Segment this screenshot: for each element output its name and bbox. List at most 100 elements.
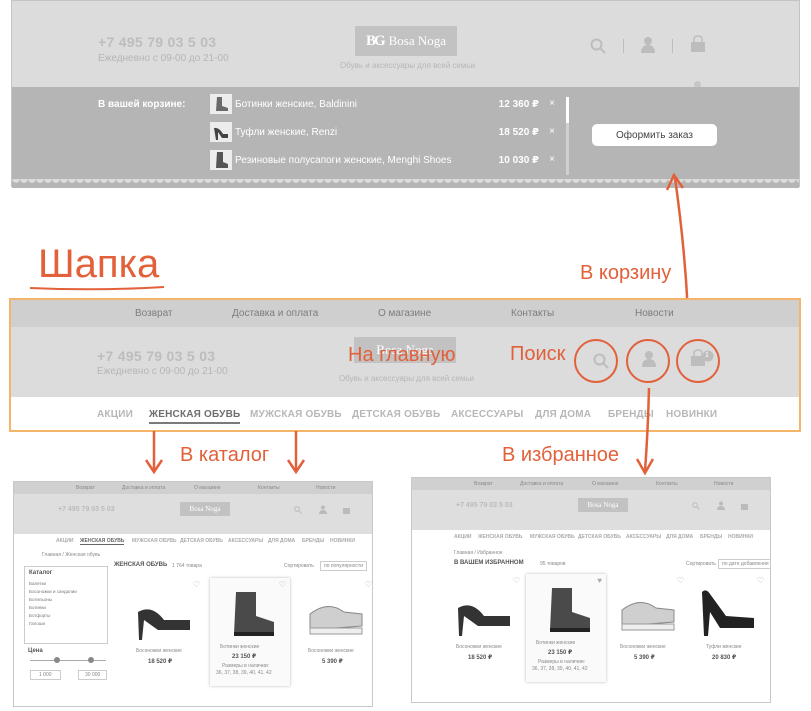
nav-item-contacts[interactable]: Контакты [511,308,554,319]
filter-item[interactable]: Балетки [29,581,46,586]
nav-item-about[interactable]: О магазине [378,308,431,319]
category-men[interactable]: МУЖСКАЯ ОБУВЬ [250,409,342,420]
product-card[interactable]: ♡ Босоножки женские 5 390 ₽ [296,578,372,688]
scrollbar-thumb[interactable] [566,97,569,123]
phone-number[interactable]: +7 495 79 03 5 03 [456,502,513,509]
nav-item-returns[interactable]: Возврат [76,485,95,491]
category-women[interactable]: ЖЕНСКАЯ ОБУВЬ [149,409,241,424]
nav-item-returns[interactable]: Возврат [474,481,493,487]
category-accessories[interactable]: АКСЕССУАРЫ [626,534,661,540]
nav-item-news[interactable]: Новости [635,308,674,319]
heart-icon[interactable]: ♡ [365,580,372,589]
tagline: Обувь и аксессуары для всей семьи [340,61,476,70]
user-icon[interactable] [319,505,327,514]
sort-select[interactable]: по дате добавления [718,559,770,569]
filter-item[interactable]: Галоши [29,621,45,626]
sizes-label: Размеры в наличии: [538,659,586,665]
category-kids[interactable]: ДЕТСКАЯ ОБУВЬ [180,538,223,544]
category-brands[interactable]: БРЕНДЫ [302,538,324,544]
remove-icon[interactable]: × [549,98,555,109]
nav-item-delivery[interactable]: Доставка и оплата [232,308,318,319]
breadcrumb[interactable]: Главная / Женская обувь [42,552,100,558]
nav-item-contacts[interactable]: Контакты [656,481,678,487]
category-kids[interactable]: ДЕТСКАЯ ОБУВЬ [352,409,440,420]
heart-icon[interactable]: ♡ [677,576,684,585]
cart-item[interactable]: Ботинки женские, Baldinini 12 360 ₽ × [210,94,555,116]
search-icon[interactable] [692,502,700,510]
category-home[interactable]: ДЛЯ ДОМА [268,538,295,544]
product-card[interactable]: ♡ Ботинки женские 23 150 ₽ Размеры в нал… [210,578,290,686]
nav-item-about[interactable]: О магазине [194,485,221,491]
heart-icon[interactable]: ♡ [279,580,286,589]
price-from-input[interactable]: 1 000 [30,670,61,680]
category-new[interactable]: НОВИНКИ [330,538,355,544]
heart-icon[interactable]: ♡ [513,576,520,585]
cart-icon[interactable] [342,505,352,514]
product-price: 5 390 ₽ [322,659,343,665]
cart-scrollbar[interactable] [566,97,569,175]
nav-item-delivery[interactable]: Доставка и оплата [520,481,563,487]
product-card[interactable]: ♡ Босоножки женские 5 390 ₽ [608,574,688,684]
category-women[interactable]: ЖЕНСКАЯ ОБУВЬ [80,538,125,545]
product-card[interactable]: ♡ Туфли женские 20 830 ₽ [688,574,768,684]
price-slider-handle[interactable] [88,657,94,663]
logo[interactable]: Bosa Noga [180,502,230,516]
sort-select[interactable]: по популярности [320,561,367,571]
search-icon[interactable] [590,38,606,54]
user-icon[interactable] [717,501,725,510]
nav-item-contacts[interactable]: Контакты [258,485,280,491]
product-price: 5 390 ₽ [634,655,655,661]
remove-icon[interactable]: × [549,126,555,137]
product-card[interactable]: ♡ Босоножки женские 18 520 ₽ [444,574,524,684]
ankle-boot-image [550,588,590,632]
nav-item-delivery[interactable]: Доставка и оплата [122,485,165,491]
product-card[interactable]: ♥ Ботинки женские 23 150 ₽ Размеры в нал… [526,574,606,682]
cart-item[interactable]: Резиновые полусапоги женские, Menghi Sho… [210,150,555,172]
logo[interactable]: BG Bosa Noga [355,26,457,56]
category-men[interactable]: МУЖСКАЯ ОБУВЬ [132,538,177,544]
heart-icon[interactable]: ♡ [757,576,764,585]
cart-icon[interactable] [740,501,750,510]
category-accessories[interactable]: АКСЕССУАРЫ [451,409,524,420]
price-slider[interactable] [30,660,106,661]
remove-icon[interactable]: × [549,154,555,165]
filter-item[interactable]: Ботильоны [29,597,52,602]
filter-item[interactable]: Ботинки [29,605,46,610]
category-sales[interactable]: АКЦИИ [56,538,74,544]
category-women[interactable]: ЖЕНСКАЯ ОБУВЬ [478,534,522,540]
filter-item[interactable]: Босоножки и сандалии [29,589,77,594]
nav-item-news[interactable]: Новости [316,485,335,491]
checkout-button[interactable]: Оформить заказ [592,124,717,146]
nav-item-about[interactable]: О магазине [592,481,619,487]
catalog-page-preview: Возврат Доставка и оплата О магазине Кон… [13,481,373,707]
category-new[interactable]: НОВИНКИ [666,409,717,420]
cart-item[interactable]: Туфли женские, Renzi 18 520 ₽ × [210,122,555,144]
heart-icon[interactable]: ♥ [597,576,602,585]
category-men[interactable]: МУЖСКАЯ ОБУВЬ [530,534,575,540]
cart-icon[interactable] [689,35,707,53]
user-icon[interactable] [640,36,656,54]
category-brands[interactable]: БРЕНДЫ [700,534,722,540]
nav-item-news[interactable]: Новости [714,481,733,487]
category-kids[interactable]: ДЕТСКАЯ ОБУВЬ [578,534,621,540]
price-to-input[interactable]: 30 000 [78,670,108,680]
page-title: В ВАШЕМ ИЗБРАННОМ [454,560,524,566]
category-accessories[interactable]: АКСЕССУАРЫ [228,538,263,544]
product-card[interactable]: ♡ Босоножки женские 18 520 ₽ [124,578,204,688]
logo[interactable]: Bosa Noga [578,498,628,512]
phone-number[interactable]: +7 495 79 03 5 03 [98,34,216,50]
phone-number[interactable]: +7 495 79 03 5 03 [58,506,115,513]
category-new[interactable]: НОВИНКИ [728,534,753,540]
filter-item[interactable]: Ботфорты [29,613,50,618]
category-home[interactable]: ДЛЯ ДОМА [535,409,591,420]
heart-icon[interactable]: ♡ [193,580,200,589]
phone-number[interactable]: +7 495 79 03 5 03 [97,348,215,364]
category-home[interactable]: ДЛЯ ДОМА [666,534,693,540]
favorites-annotation: В избранное [502,444,620,466]
nav-item-returns[interactable]: Возврат [135,308,173,319]
breadcrumb[interactable]: Главная / Избранное [454,550,503,556]
search-icon[interactable] [294,506,302,514]
category-sales[interactable]: АКЦИИ [454,534,472,540]
category-sales[interactable]: АКЦИИ [97,409,133,420]
price-slider-handle[interactable] [54,657,60,663]
